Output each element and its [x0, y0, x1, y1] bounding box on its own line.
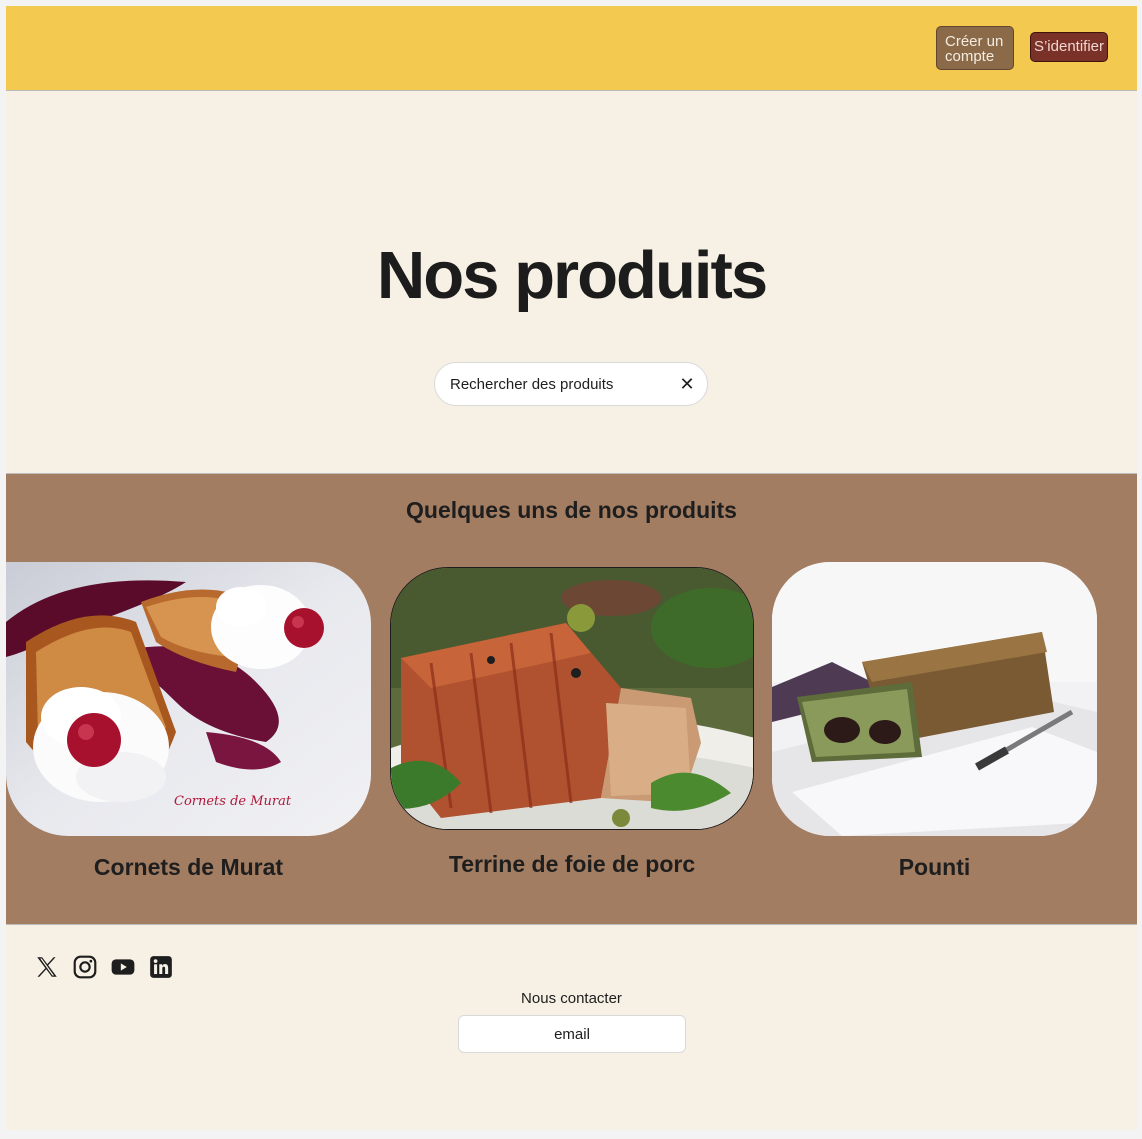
youtube-icon[interactable] [110, 954, 136, 980]
image-caption: Cornets de Murat [174, 794, 292, 809]
product-image-pounti[interactable] [772, 562, 1097, 836]
header: Créer un compte S’identifier [6, 6, 1137, 91]
product-image-cornets[interactable]: Cornets de Murat [6, 562, 371, 836]
search-input[interactable] [450, 374, 670, 394]
hero-section: Nos produits ✕ [6, 91, 1137, 474]
cornets-illustration: Cornets de Murat [6, 562, 371, 836]
page-title: Nos produits [376, 238, 768, 313]
section-title: Quelques uns de nos produits [406, 497, 737, 523]
product-name: Terrine de foie de porc [448, 851, 696, 877]
close-icon[interactable]: ✕ [676, 373, 698, 395]
products-section: Quelques uns de nos produits Cornets de … [6, 474, 1137, 925]
product-image-terrine[interactable] [390, 567, 754, 830]
footer: Nous contacter [6, 925, 1137, 1130]
x-icon[interactable] [34, 954, 60, 980]
page: Créer un compte S’identifier Nos produit… [6, 6, 1137, 1130]
product-name: Pounti [898, 854, 971, 880]
login-button[interactable]: S’identifier [1030, 32, 1108, 62]
terrine-illustration [391, 568, 753, 829]
contact-label: Nous contacter [521, 990, 622, 1007]
instagram-icon[interactable] [72, 954, 98, 980]
create-account-button[interactable]: Créer un compte [936, 26, 1014, 70]
product-name: Cornets de Murat [93, 854, 284, 880]
email-field[interactable] [458, 1015, 686, 1053]
search-bar: ✕ [434, 362, 708, 406]
linkedin-icon[interactable] [148, 954, 174, 980]
pounti-illustration [772, 562, 1097, 836]
